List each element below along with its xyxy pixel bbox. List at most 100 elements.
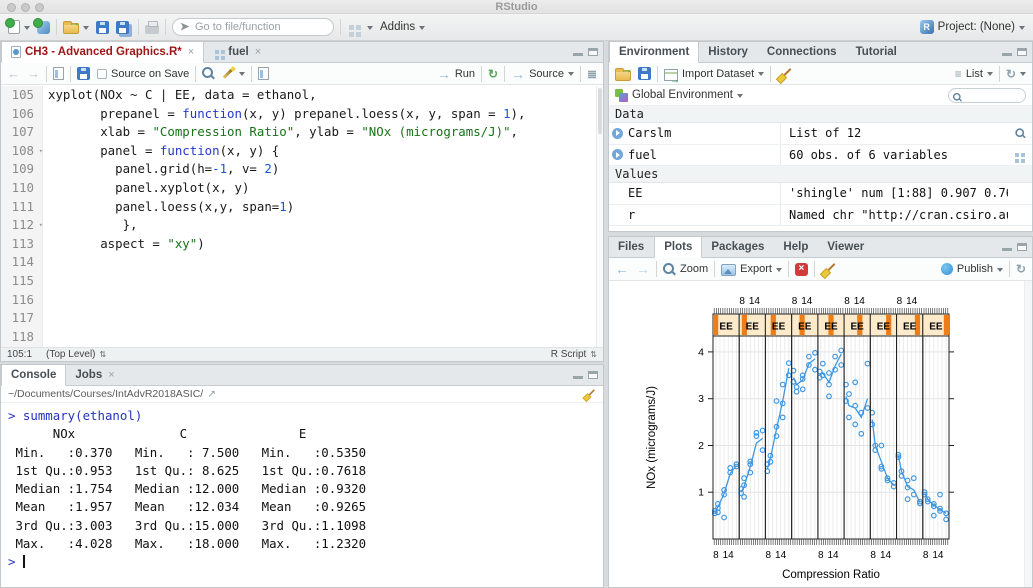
panes-caret-icon[interactable]	[367, 26, 373, 33]
print-icon[interactable]	[145, 25, 159, 34]
tab-console[interactable]: Console	[1, 365, 66, 386]
import-dataset-icon[interactable]	[664, 69, 678, 81]
import-caret-icon[interactable]	[758, 72, 764, 79]
save-all-icon[interactable]	[116, 21, 129, 34]
expand-icon[interactable]	[612, 149, 623, 160]
find-icon[interactable]	[202, 67, 215, 80]
export-caret-icon[interactable]	[776, 268, 782, 275]
addins-caret-icon[interactable]	[419, 26, 425, 33]
refresh-plot-icon[interactable]: ↻	[1016, 262, 1026, 276]
environment-scope-selector[interactable]: Global Environment	[632, 89, 733, 101]
load-workspace-icon[interactable]	[615, 70, 631, 81]
source-button[interactable]: Source	[529, 68, 564, 80]
publish-button[interactable]: Publish	[957, 263, 993, 275]
refresh-icon[interactable]: ↻	[1006, 67, 1016, 81]
document-outline-icon[interactable]: ≣	[587, 67, 597, 81]
project-caret-icon[interactable]	[1019, 26, 1025, 33]
minimize-pane-icon[interactable]	[573, 376, 583, 379]
doc-type-selector[interactable]: R Script	[551, 349, 587, 360]
minimize-pane-icon[interactable]	[1002, 53, 1012, 56]
clear-environment-icon[interactable]	[777, 67, 791, 81]
scope-selector[interactable]: (Top Level)	[46, 349, 95, 360]
list-view-button[interactable]: List	[966, 68, 983, 80]
minimize-pane-icon[interactable]	[573, 53, 583, 56]
project-icon[interactable]: R	[920, 20, 934, 34]
goto-file-input[interactable]	[172, 18, 334, 36]
environment-object-row[interactable]: fuel60 obs. of 6 variables	[609, 145, 1032, 167]
tab-files[interactable]: Files	[609, 237, 654, 257]
maximize-pane-icon[interactable]	[1017, 243, 1027, 251]
back-icon[interactable]: ←	[7, 66, 20, 81]
next-plot-icon[interactable]: →	[636, 261, 650, 277]
addins-menu[interactable]: Addins	[380, 21, 415, 33]
tab-tutorial[interactable]: Tutorial	[847, 42, 907, 62]
plots-scrollbar[interactable]	[1024, 281, 1032, 587]
open-file-icon[interactable]	[63, 23, 79, 34]
tab-fuel-data[interactable]: fuel ×	[204, 42, 271, 62]
minimize-pane-icon[interactable]	[1002, 248, 1012, 251]
editor-scrollbar[interactable]	[596, 86, 603, 347]
close-icon[interactable]: ×	[255, 46, 261, 58]
popout-icon[interactable]	[53, 67, 64, 80]
import-dataset-button[interactable]: Import Dataset	[682, 68, 754, 80]
new-file-caret-icon[interactable]	[24, 26, 30, 33]
clear-console-icon[interactable]	[583, 388, 594, 399]
tab-plots[interactable]: Plots	[654, 237, 702, 258]
clear-plots-icon[interactable]	[821, 262, 835, 276]
project-menu[interactable]: Project: (None)	[938, 21, 1015, 33]
maximize-pane-icon[interactable]	[1017, 48, 1027, 56]
save-workspace-icon[interactable]	[638, 67, 651, 80]
environment-search-input[interactable]	[948, 88, 1026, 103]
open-file-caret-icon[interactable]	[83, 26, 89, 33]
close-icon[interactable]: ×	[108, 369, 114, 381]
run-icon[interactable]: →	[437, 66, 451, 82]
fold-icon[interactable]: ▾	[39, 216, 43, 235]
console-output[interactable]: > summary(ethanol) NOx C E Min. :0.370 M…	[1, 404, 603, 587]
source-on-save-checkbox[interactable]	[97, 69, 107, 79]
new-project-icon[interactable]	[37, 21, 50, 34]
fold-icon[interactable]: ▾	[39, 142, 43, 161]
tab-jobs[interactable]: Jobs ×	[66, 365, 124, 385]
environment-object-row[interactable]: rNamed chr "http://cran.csiro.au"	[609, 205, 1032, 227]
remove-plot-icon[interactable]: ×	[795, 263, 808, 276]
tab-environment[interactable]: Environment	[609, 42, 699, 63]
publish-icon[interactable]	[941, 263, 953, 275]
expand-icon[interactable]	[612, 128, 623, 139]
list-caret-icon[interactable]	[987, 72, 993, 79]
tab-history[interactable]: History	[699, 42, 758, 62]
previous-plot-icon[interactable]: ←	[615, 261, 629, 277]
view-table-icon[interactable]	[1015, 153, 1019, 157]
maximize-pane-icon[interactable]	[588, 48, 598, 56]
goto-directory-icon[interactable]: ↗	[207, 388, 216, 400]
rerun-icon[interactable]: ↻	[488, 67, 498, 81]
tab-source-file[interactable]: CH3 - Advanced Graphics.R* ×	[1, 42, 204, 63]
tab-connections[interactable]: Connections	[758, 42, 847, 62]
save-icon[interactable]	[96, 21, 109, 34]
code-tools-icon[interactable]	[222, 67, 235, 80]
tab-packages[interactable]: Packages	[702, 237, 774, 257]
source-icon[interactable]: →	[511, 66, 525, 82]
scope-caret-icon[interactable]	[737, 94, 743, 101]
maximize-pane-icon[interactable]	[588, 371, 598, 379]
zoom-plot-icon[interactable]	[663, 263, 676, 276]
tab-help[interactable]: Help	[774, 237, 818, 257]
run-button[interactable]: Run	[455, 68, 475, 80]
forward-icon[interactable]: →	[27, 66, 40, 81]
inspect-object-icon[interactable]	[1015, 128, 1025, 138]
compile-report-icon[interactable]	[258, 67, 269, 80]
zoom-button[interactable]: Zoom	[680, 263, 708, 275]
export-plot-icon[interactable]	[721, 264, 736, 276]
export-button[interactable]: Export	[740, 263, 772, 275]
list-view-icon[interactable]: ≡	[955, 67, 962, 81]
code-tools-caret-icon[interactable]	[239, 72, 245, 79]
workspace-panes-icon[interactable]	[349, 25, 354, 30]
refresh-caret-icon[interactable]	[1020, 72, 1026, 79]
environment-object-row[interactable]: EE'shingle' num [1:88] 0.907 0.761 1…	[609, 183, 1032, 205]
new-file-icon[interactable]	[8, 20, 20, 34]
tab-viewer[interactable]: Viewer	[818, 237, 874, 257]
code-editor[interactable]: 105xyplot(NOx ~ C | EE, data = ethanol,1…	[1, 86, 603, 347]
publish-caret-icon[interactable]	[997, 268, 1003, 275]
save-icon[interactable]	[77, 67, 90, 80]
environment-object-row[interactable]: CarslmList of 12	[609, 123, 1032, 145]
source-caret-icon[interactable]	[568, 72, 574, 79]
